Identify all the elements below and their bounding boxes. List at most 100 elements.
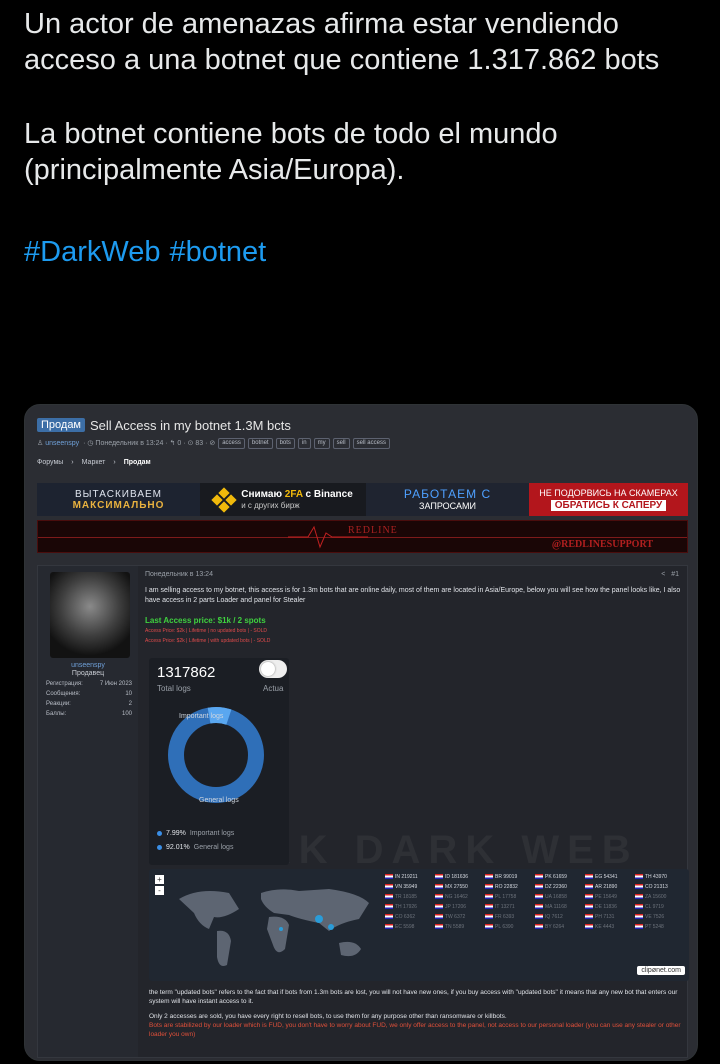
ad-banner-3: РАБОТАЕМ С ЗАПРОСАМИ [366,483,529,516]
ad-banner-4-line2: ОБРАТИСЬ К САПЕРУ [550,500,667,511]
hashtag-botnet[interactable]: #botnet [169,236,266,268]
country-count-text: PH 7131 [595,913,615,920]
tag: in [297,437,311,449]
breadcrumb-item: Маркет [81,459,106,466]
sold-line-1: Access Price: $2k | Lifetime | no update… [145,628,268,634]
country-count: PT 5248 [635,923,685,930]
stat-label: Сообщения: [46,691,81,697]
legend-general-name: General logs [193,844,234,851]
share-icon[interactable]: < [661,571,665,578]
total-logs-label: Total logs [157,684,191,693]
country-count: KE 4443 [585,923,635,930]
hashtag-darkweb[interactable]: #DarkWeb [24,236,160,268]
country-count-text: PK 61659 [545,873,567,880]
country-count: RO 22832 [485,883,535,890]
post-date[interactable]: Понедельник в 13:24 [145,571,213,578]
country-count: EC 5598 [385,923,435,930]
map-attribution[interactable]: clipønet.com [637,966,685,975]
thread-meta-text: · ◷ Понедельник в 13:24 · ↰ 0 · ⊙ 83 · ⊘ [83,440,216,447]
country-count: JP 17206 [435,903,485,910]
country-count-text: EC 5598 [395,923,415,930]
ad-banner-3-line2: ЗАПРОСАМИ [419,500,476,511]
ad-banner-2-sub: и с других бирж [241,500,300,510]
breadcrumb: Форумы › Маркет › Продам [37,459,685,466]
actual-logs-label: Actua [263,684,284,693]
post-footer-text: the term "updated bots" refers to the fa… [149,988,689,1045]
logs-toggle[interactable] [259,660,287,678]
post-number[interactable]: #1 [671,571,679,578]
resell-note: Only 2 accesses are sold, you have every… [149,1013,507,1020]
country-count-text: IT 13271 [495,903,515,910]
country-count-text: PL 17758 [495,893,517,900]
world-map-image [179,889,369,966]
country-count: TH 17926 [385,903,435,910]
legend-dot [157,831,162,836]
country-count: AR 21890 [585,883,635,890]
stat-label: Реакции: [46,701,71,707]
country-count: PL 17758 [485,893,535,900]
country-count: PE 15649 [585,893,635,900]
country-count-text: PT 5248 [645,923,664,930]
country-count: VE 7526 [635,913,685,920]
country-count: CO 6362 [385,913,435,920]
redline-support: @REDLINESUPPORT [551,539,653,550]
attached-image[interactable]: Продам Sell Access in my botnet 1.3M bct… [24,404,698,1061]
legend-dot [157,845,162,850]
logs-donut-chart: Important logs General logs [168,707,264,804]
country-count-text: PE 15649 [595,893,617,900]
country-count: IN 219211 [385,873,435,880]
tag: botnet [247,437,273,449]
thread-title-text: Sell Access in my botnet 1.3M bcts [90,417,291,433]
country-count: MX 27550 [435,883,485,890]
country-count-text: DE 11836 [595,903,617,910]
country-count-text: JP 17206 [445,903,467,910]
country-count-text: CO 6362 [395,913,416,920]
country-count-text: CL 9719 [645,903,664,910]
post-sidebar: unseenspy Продавец Регистрация: 7 Июн 202… [38,566,138,1057]
tag: sell [332,437,350,449]
country-count: BY 6264 [535,923,585,930]
zoom-in-button[interactable]: + [155,875,164,884]
donut-general-label: General logs [199,797,239,804]
tweet-text: Un actor de amenazas afirma estar vendie… [24,6,704,270]
redline-banner: REDLINE @REDLINESUPPORT [37,520,688,553]
tag: bots [275,437,295,449]
stat-value: 7 Июн 2023 [99,681,132,687]
zoom-out-button[interactable]: - [155,886,164,895]
ad-banner-binance: Снимаю 2FA с Binance и с других бирж [200,483,366,516]
country-count-text: IQ 7612 [545,913,563,920]
ad-banner-2-prefix: Снимаю [241,488,285,500]
tweet-paragraph-1: Un actor de amenazas afirma estar vendie… [24,8,660,76]
sold-line-2: Access Price: $2k | Lifetime | with upda… [145,638,271,644]
legend-important-name: Important logs [189,830,235,837]
fud-note: Bots are stabilized by our loader which … [149,1022,681,1038]
country-counts: IN 219211 ID 181636 BR 99019 PK 61659 EG… [385,873,685,930]
country-count-text: IN 219211 [395,873,418,880]
tag: sell access [352,437,390,449]
breadcrumb-current: Продам [123,459,151,466]
country-count-text: BY 6264 [545,923,565,930]
avatar[interactable] [50,572,130,658]
legend-general-pct: 92.01% [166,844,190,851]
bots-world-map: + - IN 219211 ID 181636 BR 99019 PK 6165… [149,869,689,981]
country-count-text: NG 16462 [445,893,468,900]
country-count: PL 6390 [485,923,535,930]
user-stats: Регистрация: 7 Июн 2023 Сообщения: 10 Реак… [46,681,132,721]
country-count: IT 13271 [485,903,535,910]
donut-important-label: Important logs [179,713,224,720]
thread-meta: ♙ unseenspy · ◷ Понедельник в 13:24 · ↰ … [37,437,685,449]
price-line: Last Access price: $1k / 2 spots [145,616,266,625]
tag: my [313,437,330,449]
country-count-text: CO 21313 [645,883,668,890]
country-count: IQ 7612 [535,913,585,920]
country-count: CO 21313 [635,883,685,890]
hashtags: #DarkWeb #botnet [24,234,704,270]
country-count: UA 16858 [535,893,585,900]
country-count: FR 6393 [485,913,535,920]
country-count: PH 7131 [585,913,635,920]
country-count: CL 9719 [635,903,685,910]
stat-value: 2 [128,701,132,707]
redline-name: REDLINE [348,525,398,536]
post-username[interactable]: unseenspy [38,662,138,669]
user-icon: ♙ [37,440,46,447]
